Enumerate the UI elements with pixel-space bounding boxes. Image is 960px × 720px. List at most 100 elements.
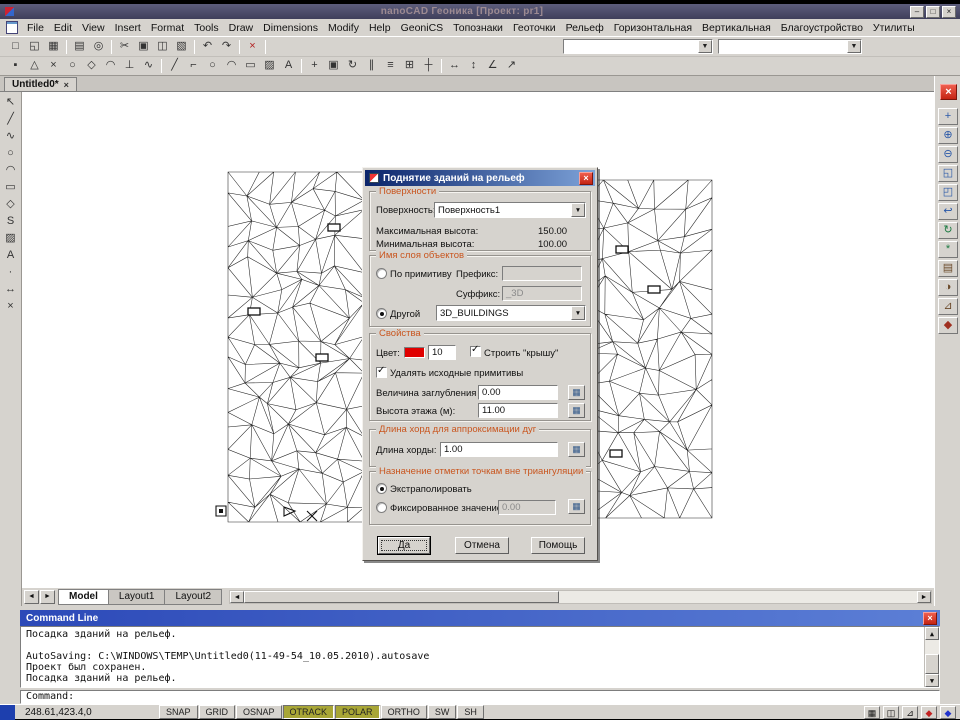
scroll-down-icon[interactable]: ▼ <box>925 674 939 687</box>
dialog-titlebar[interactable]: Поднятие зданий на рельеф × <box>365 170 595 186</box>
erase-icon[interactable]: × <box>2 299 20 315</box>
command-line-close-button[interactable]: × <box>923 612 937 625</box>
status-toggle-sh[interactable]: SH <box>457 705 484 719</box>
command-scrollbar[interactable]: ▲ ▼ <box>924 627 939 687</box>
scrollbar-thumb[interactable] <box>925 654 939 674</box>
suffix-field[interactable]: _3D <box>502 286 582 301</box>
dim-vertical-icon[interactable]: ↕ <box>464 58 483 74</box>
text-icon[interactable]: A <box>2 248 20 264</box>
style-combo[interactable]: ▼ <box>718 39 862 54</box>
chevron-down-icon[interactable]: ▼ <box>571 203 585 217</box>
menu-item-благоустройство[interactable]: Благоустройство <box>776 20 868 36</box>
dim-linear-icon[interactable]: ↔ <box>445 58 464 74</box>
ucs-icon[interactable]: ⊿ <box>938 298 958 315</box>
osnap-endpoint-icon[interactable]: ▪ <box>6 58 25 74</box>
fixed-value-radio[interactable] <box>376 502 387 513</box>
preview-icon[interactable]: ◎ <box>89 39 108 55</box>
nanocad-badge-icon[interactable]: ◆ <box>940 706 956 719</box>
maximize-button[interactable]: □ <box>926 6 940 18</box>
paste-icon[interactable]: ◫ <box>153 39 172 55</box>
layer-combo[interactable]: ▼ <box>563 39 713 54</box>
floor-height-field[interactable]: 11.00 <box>478 403 558 418</box>
zoom-window-icon[interactable]: ◱ <box>938 165 958 182</box>
layout-tab-layout2[interactable]: Layout2 <box>164 589 222 605</box>
spline-icon[interactable]: S <box>2 214 20 230</box>
offset-icon[interactable]: ≡ <box>381 58 400 74</box>
menu-item-рельеф[interactable]: Рельеф <box>561 20 609 36</box>
scroll-right-icon[interactable]: ► <box>917 591 931 603</box>
chevron-down-icon[interactable]: ▼ <box>847 40 861 53</box>
mirror-icon[interactable]: ∥ <box>362 58 381 74</box>
extrapolate-radio[interactable] <box>376 483 387 494</box>
menu-item-file[interactable]: File <box>22 20 49 36</box>
fixed-value-field[interactable]: 0.00 <box>498 500 556 515</box>
rectangle-icon[interactable]: ▭ <box>241 58 260 74</box>
pan-icon[interactable]: + <box>938 108 958 125</box>
erase-icon[interactable]: × <box>243 39 262 55</box>
layout-tab-layout1[interactable]: Layout1 <box>108 589 166 605</box>
menu-item-tools[interactable]: Tools <box>189 20 224 36</box>
move-icon[interactable]: + <box>305 58 324 74</box>
scroll-up-icon[interactable]: ▲ <box>925 627 939 640</box>
document-system-icon[interactable] <box>6 21 18 34</box>
chord-pick-button[interactable]: ▦ <box>568 442 585 457</box>
delete-primitives-checkbox[interactable]: ✓ <box>376 367 387 378</box>
arc-icon[interactable]: ◠ <box>222 58 241 74</box>
clean-screen-icon[interactable]: ▦ <box>864 706 880 719</box>
tab-close-icon[interactable]: × <box>64 80 69 90</box>
leader-icon[interactable]: ↗ <box>502 58 521 74</box>
status-toggle-snap[interactable]: SNAP <box>159 705 198 719</box>
status-toggle-osnap[interactable]: OSNAP <box>236 705 282 719</box>
depth-pick-button[interactable]: ▦ <box>568 385 585 400</box>
copy-object-icon[interactable]: ▣ <box>324 58 343 74</box>
minimize-button[interactable]: – <box>910 6 924 18</box>
orbit-icon[interactable]: ↻ <box>938 222 958 239</box>
point-icon[interactable]: · <box>2 265 20 281</box>
drawing-canvas[interactable]: Поднятие зданий на рельеф × Поверхности … <box>22 92 934 588</box>
status-toggle-grid[interactable]: GRID <box>199 705 236 719</box>
print-icon[interactable]: ▤ <box>70 39 89 55</box>
color-value-field[interactable]: 10 <box>428 345 456 360</box>
status-toggle-sw[interactable]: SW <box>428 705 457 719</box>
arc-icon[interactable]: ◠ <box>2 163 20 179</box>
menu-item-geonics[interactable]: GeoniCS <box>396 20 449 36</box>
select-icon[interactable]: ↖ <box>2 95 20 111</box>
close-button[interactable]: × <box>942 6 956 18</box>
status-toggle-polar[interactable]: POLAR <box>335 705 380 719</box>
menu-item-утилиты[interactable]: Утилиты <box>868 20 920 36</box>
menu-item-format[interactable]: Format <box>146 20 189 36</box>
tab-scroll-right-button[interactable]: ► <box>40 590 55 604</box>
dimension-icon[interactable]: ↔ <box>2 282 20 298</box>
redo-icon[interactable]: ↷ <box>217 39 236 55</box>
circle-icon[interactable]: ○ <box>203 58 222 74</box>
menu-item-топознаки[interactable]: Топознаки <box>448 20 508 36</box>
osnap-tangent-icon[interactable]: ◠ <box>101 58 120 74</box>
dim-angular-icon[interactable]: ∠ <box>483 58 502 74</box>
render-icon[interactable]: ◆ <box>938 317 958 334</box>
command-history[interactable]: Посадка зданий на рельеф. AutoSaving: C:… <box>20 626 940 688</box>
by-primitive-radio[interactable] <box>376 268 387 279</box>
osnap-perpendicular-icon[interactable]: ⊥ <box>120 58 139 74</box>
zoom-extents-icon[interactable]: ◰ <box>938 184 958 201</box>
menu-item-геоточки[interactable]: Геоточки <box>508 20 561 36</box>
zoom-realtime-icon[interactable]: ⊕ <box>938 127 958 144</box>
menu-item-edit[interactable]: Edit <box>49 20 77 36</box>
status-toggle-otrack[interactable]: OTRACK <box>283 705 335 719</box>
line-icon[interactable]: ╱ <box>2 112 20 128</box>
regen-icon[interactable]: * <box>938 241 958 258</box>
trim-icon[interactable]: ┼ <box>419 58 438 74</box>
build-roof-checkbox[interactable]: ✓ <box>470 346 481 357</box>
osnap-midpoint-icon[interactable]: △ <box>25 58 44 74</box>
polyline-icon[interactable]: ⌐ <box>184 58 203 74</box>
new-icon[interactable]: □ <box>6 39 25 55</box>
dialog-close-button[interactable]: × <box>579 172 593 185</box>
osnap-nearest-icon[interactable]: ∿ <box>139 58 158 74</box>
chevron-down-icon[interactable]: ▼ <box>698 40 712 53</box>
rectangle-icon[interactable]: ▭ <box>2 180 20 196</box>
array-icon[interactable]: ⊞ <box>400 58 419 74</box>
menu-item-draw[interactable]: Draw <box>224 20 259 36</box>
save-icon[interactable]: ▦ <box>44 39 63 55</box>
tab-untitled0[interactable]: Untitled0* × <box>4 77 77 91</box>
osnap-settings-icon[interactable]: ⊿ <box>902 706 918 719</box>
zoom-out-icon[interactable]: ⊖ <box>938 146 958 163</box>
